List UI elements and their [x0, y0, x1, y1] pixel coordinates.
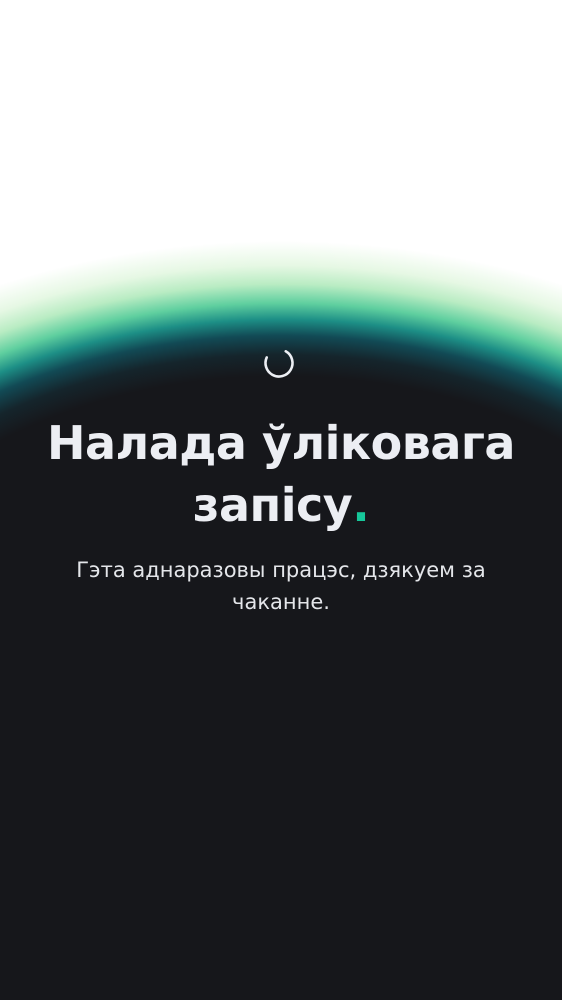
top-glow-decoration [0, 0, 562, 460]
account-setup-screen: Налада ўліковага запісу. Гэта аднаразовы … [0, 0, 562, 1000]
page-title-line1: Налада ўліковага [47, 416, 515, 470]
page-subtitle: Гэта аднаразовы працэс, дзякуем за чакан… [76, 558, 486, 614]
page-title: Налада ўліковага запісу. [0, 412, 562, 536]
page-title-line2: запісу [192, 478, 353, 532]
loading-spinner-icon [263, 347, 295, 379]
title-accent-dot: . [352, 478, 370, 532]
